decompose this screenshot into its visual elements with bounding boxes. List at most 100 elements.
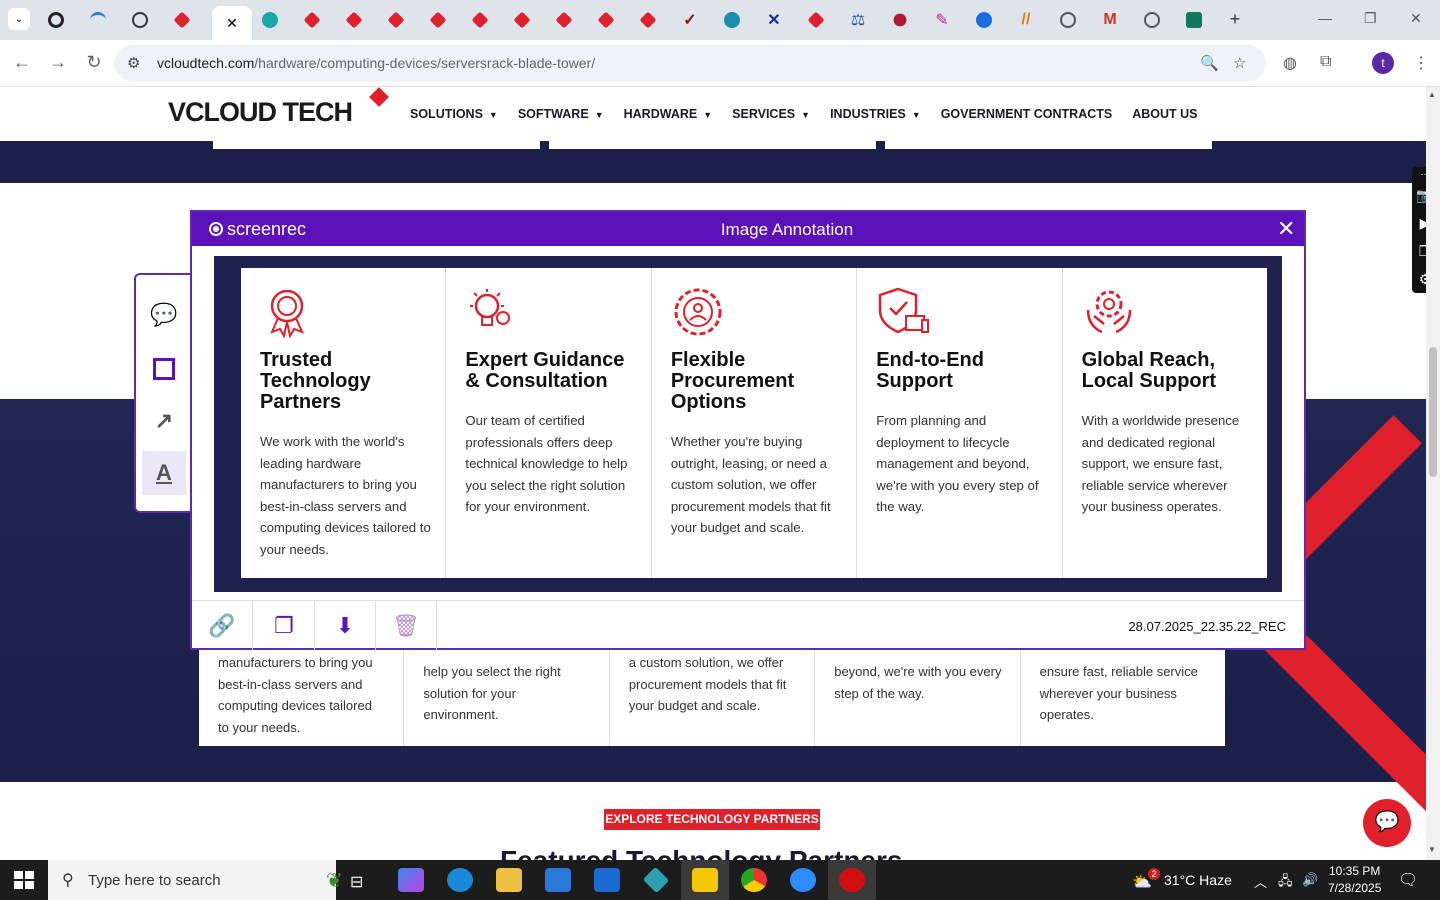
browser-tab[interactable]: ⚖ [840, 6, 876, 34]
arrow-tool-button[interactable]: ↗ [142, 399, 186, 443]
browser-tab[interactable]: M [1092, 6, 1128, 34]
minimize-window-button[interactable]: — [1318, 10, 1332, 26]
browser-tab[interactable] [294, 6, 330, 34]
browser-tab[interactable] [882, 6, 918, 34]
zoom-icon[interactable]: 🔍 [1200, 54, 1219, 72]
file-explorer-app-icon[interactable] [496, 868, 522, 892]
browser-tab[interactable] [588, 6, 624, 34]
nav-item-government-contracts[interactable]: GOVERNMENT CONTRACTS [941, 107, 1113, 121]
scrollbar-thumb[interactable] [1429, 347, 1437, 477]
notifications-icon[interactable]: 🗨 [1398, 870, 1418, 890]
browser-tab[interactable] [504, 6, 540, 34]
browser-tab[interactable] [546, 6, 582, 34]
delete-button[interactable]: 🗑 [376, 601, 437, 651]
extensions-icon[interactable]: ⧉ [1320, 53, 1331, 71]
reload-button[interactable]: ↻ [83, 52, 105, 73]
close-tab-icon[interactable]: ✕ [226, 15, 238, 32]
download-button[interactable]: ⬇ [315, 601, 376, 651]
rectangle-tool-button[interactable] [142, 347, 186, 391]
more-icon[interactable]: ⋯ [1412, 167, 1427, 181]
tab-search-button[interactable]: ⌄ [8, 8, 30, 30]
forward-button[interactable]: → [47, 52, 69, 73]
nav-item-software[interactable]: SOFTWARE ▼ [518, 107, 604, 121]
video-camera-icon[interactable]: ▶ [1412, 209, 1426, 237]
windows-start-icon[interactable] [14, 871, 34, 889]
app-icon[interactable] [642, 866, 670, 894]
browser-tab[interactable] [462, 6, 498, 34]
show-hidden-icons[interactable]: ︿ [1254, 872, 1267, 891]
camera-icon[interactable]: 📷 [1412, 181, 1426, 209]
browser-tab[interactable] [38, 6, 74, 34]
copy-icon: ❐ [274, 613, 294, 638]
window-icon[interactable]: ❐ [1412, 237, 1426, 265]
address-bar[interactable]: ⚙ vcloudtech.com/hardware/computing-devi… [114, 45, 1266, 81]
page-scrollbar[interactable]: ▲ ▼ [1426, 87, 1440, 860]
chat-button[interactable]: 💬 [1363, 799, 1411, 847]
explore-partners-button[interactable]: EXPLORE TECHNOLOGY PARTNERS [604, 809, 820, 830]
site-info-icon[interactable]: ⚙ [127, 54, 140, 72]
screenrec-app-icon[interactable] [839, 868, 865, 892]
new-tab-button[interactable]: + [1224, 8, 1246, 30]
zoom-app-icon[interactable] [790, 868, 816, 892]
copy-link-button[interactable]: 🔗 [192, 601, 253, 651]
tab-favicon-icon [429, 11, 447, 29]
translate-icon[interactable]: ◍ [1283, 53, 1297, 73]
scroll-up-icon[interactable]: ▲ [1428, 90, 1436, 99]
nav-item-hardware[interactable]: HARDWARE ▼ [624, 107, 713, 121]
comment-tool-button[interactable]: 💬 [142, 293, 186, 337]
system-clock[interactable]: 10:35 PM 7/28/2025 [1328, 863, 1381, 897]
copy-image-button[interactable]: ❐ [254, 601, 315, 651]
browser-tab[interactable] [80, 6, 116, 34]
chrome-app-icon[interactable] [741, 868, 767, 892]
captured-image[interactable]: Trusted Technology Partners We work with… [214, 256, 1282, 592]
store-app-icon[interactable] [545, 868, 571, 892]
restore-window-button[interactable]: ❐ [1364, 10, 1377, 27]
browser-tab[interactable] [714, 6, 750, 34]
bookmark-star-icon[interactable]: ☆ [1233, 54, 1246, 72]
browser-tab[interactable] [336, 6, 372, 34]
url-text[interactable]: vcloudtech.com/hardware/computing-device… [157, 55, 595, 71]
browser-tab[interactable] [1134, 6, 1170, 34]
browser-tab[interactable] [420, 6, 456, 34]
browser-tab[interactable]: ✓ [672, 6, 708, 34]
feature-title: Flexible Procurement Options [670, 349, 795, 413]
back-button[interactable]: ← [11, 52, 33, 73]
taskbar-search-box[interactable]: ⚲ Type here to search ❦ [48, 860, 343, 900]
browser-tab[interactable]: ✕ [756, 6, 792, 34]
profile-avatar[interactable]: t [1372, 52, 1394, 74]
close-window-button[interactable]: ✕ [1410, 10, 1422, 27]
nav-item-industries[interactable]: INDUSTRIES ▼ [830, 107, 921, 121]
site-logo[interactable]: VCLOUD TECH [168, 97, 353, 128]
browser-tab[interactable] [378, 6, 414, 34]
network-icon[interactable]: 🖧 [1278, 872, 1293, 894]
browser-tab[interactable] [164, 6, 200, 34]
weather-text[interactable]: 31°C Haze [1164, 872, 1232, 888]
dialog-footer: 🔗 ❐ ⬇ 🗑 28.07.2025_22.35.22_REC [192, 600, 1304, 651]
text-tool-button[interactable]: A [142, 451, 186, 495]
browser-tab[interactable] [1050, 6, 1086, 34]
settings-gear-icon[interactable]: ⚙ [1412, 265, 1426, 293]
browser-tab[interactable] [798, 6, 834, 34]
task-view-icon[interactable]: ⊟ [350, 872, 363, 892]
scroll-down-icon[interactable]: ▼ [1428, 845, 1436, 854]
browser-tab[interactable] [252, 6, 288, 34]
feature-cards-background: manufacturers to bring you best-in-class… [199, 642, 1225, 746]
browser-tab[interactable] [122, 6, 158, 34]
browser-tab-active[interactable]: ✕ [212, 6, 252, 40]
mail-app-icon[interactable] [594, 868, 620, 892]
browser-tab[interactable] [966, 6, 1002, 34]
volume-icon[interactable]: 🔊 [1302, 872, 1318, 888]
browser-tab[interactable] [630, 6, 666, 34]
browser-tab[interactable] [1176, 6, 1212, 34]
nav-item-about-us[interactable]: ABOUT US [1132, 107, 1197, 121]
main-nav: SOLUTIONS ▼ SOFTWARE ▼ HARDWARE ▼ SERVICES ▼… [410, 107, 1198, 121]
edge-app-icon[interactable] [447, 868, 473, 892]
copilot-app-icon[interactable] [398, 868, 424, 892]
browser-tab[interactable]: // [1008, 6, 1044, 34]
nav-item-solutions[interactable]: SOLUTIONS ▼ [410, 107, 498, 121]
nav-item-services[interactable]: SERVICES ▼ [732, 107, 810, 121]
close-dialog-button[interactable]: ✕ [1277, 216, 1295, 242]
browser-menu-icon[interactable]: ⋮ [1413, 53, 1429, 73]
sticky-notes-app-icon[interactable] [692, 868, 718, 892]
browser-tab[interactable]: ✎ [924, 6, 960, 34]
